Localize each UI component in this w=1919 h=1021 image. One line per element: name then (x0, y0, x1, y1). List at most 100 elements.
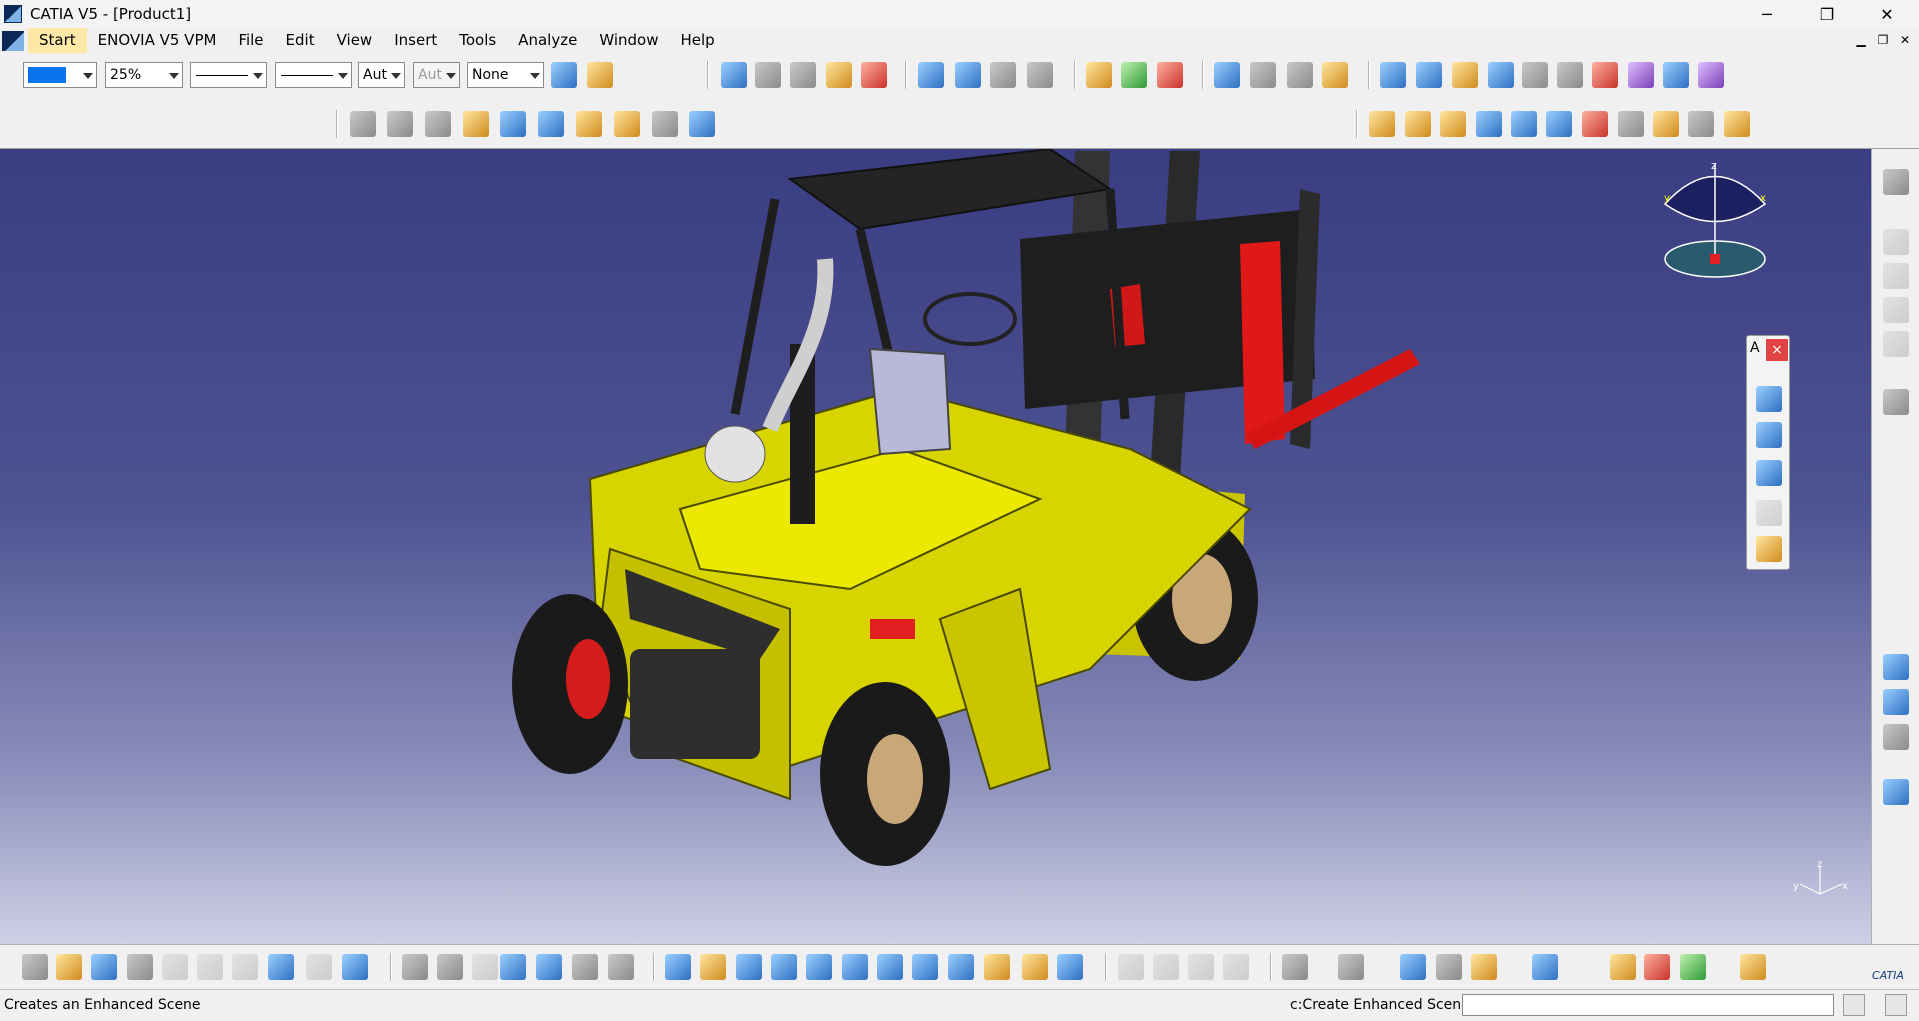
flexible-subassembly-icon[interactable] (1628, 62, 1654, 88)
explode-icon[interactable] (1157, 62, 1183, 88)
snap-icon[interactable] (1121, 62, 1147, 88)
zoom-in-icon[interactable] (806, 954, 832, 980)
simulation-icon[interactable] (1610, 954, 1636, 980)
fly-mode-icon[interactable] (665, 954, 691, 980)
scene-copy-icon[interactable] (1188, 954, 1214, 980)
catalog-icon[interactable] (572, 954, 598, 980)
player-icon[interactable] (1644, 954, 1670, 980)
graphic-properties-icon[interactable] (587, 62, 613, 88)
iso-view-icon[interactable] (948, 954, 974, 980)
knowledge-text-icon[interactable] (1618, 111, 1644, 137)
copy-icon[interactable] (197, 954, 223, 980)
menu-view[interactable]: View (326, 28, 384, 53)
mechanical-structure-icon[interactable] (652, 111, 678, 137)
floating-toolbar-close-button[interactable]: × (1766, 339, 1788, 361)
knowledge-reaction-icon[interactable] (1476, 111, 1502, 137)
document-control-icon[interactable] (2, 30, 24, 51)
text-annotation-icon[interactable] (1756, 422, 1782, 448)
minimize-button[interactable]: ─ (1738, 0, 1796, 28)
knowledge-more-icon[interactable] (1724, 111, 1750, 137)
clash-detection-icon[interactable] (1532, 954, 1558, 980)
menu-window[interactable]: Window (588, 28, 669, 53)
line-thickness-combo[interactable] (190, 62, 267, 88)
track-icon[interactable] (1436, 954, 1462, 980)
camera-icon[interactable] (1282, 954, 1308, 980)
print-icon[interactable] (127, 954, 153, 980)
grid-icon[interactable] (1740, 954, 1766, 980)
scene-apply-icon[interactable] (1883, 263, 1909, 289)
knowledge-check-icon[interactable] (1440, 111, 1466, 137)
zoom-out-icon[interactable] (842, 954, 868, 980)
knowledge-rule-icon[interactable] (1405, 111, 1431, 137)
generate-numbering-icon[interactable] (955, 62, 981, 88)
hide-show-icon[interactable] (1022, 954, 1048, 980)
redo-icon[interactable] (306, 954, 332, 980)
rendering-style-combo[interactable]: Aut (413, 62, 460, 88)
menu-help[interactable]: Help (669, 28, 725, 53)
step-back-icon[interactable] (1118, 954, 1144, 980)
sectioning-icon[interactable] (1250, 62, 1276, 88)
multi-view-icon[interactable] (912, 954, 938, 980)
normal-view-icon[interactable] (877, 954, 903, 980)
publish-icon[interactable] (500, 111, 526, 137)
format-painter-icon[interactable] (551, 62, 577, 88)
selective-load-icon[interactable] (990, 62, 1016, 88)
video-capture-icon[interactable] (1338, 954, 1364, 980)
menu-analyze[interactable]: Analyze (507, 28, 588, 53)
paste-icon[interactable] (232, 954, 258, 980)
new-document-icon[interactable] (22, 954, 48, 980)
annotation-plane-icon[interactable] (1756, 536, 1782, 562)
transparency-combo[interactable]: 25% (105, 62, 183, 88)
product-tree-icon[interactable] (1883, 654, 1909, 680)
save-icon[interactable] (91, 954, 117, 980)
catia-app-icon[interactable] (4, 5, 22, 23)
knowledge-set-icon[interactable] (1582, 111, 1608, 137)
angle-constraint-icon[interactable] (1488, 62, 1514, 88)
knowledge-network-icon[interactable] (536, 954, 562, 980)
update-icon[interactable] (1663, 62, 1689, 88)
rotate-icon[interactable] (771, 954, 797, 980)
status-option-button[interactable] (1843, 994, 1865, 1016)
fix-component-icon[interactable] (1522, 62, 1548, 88)
3d-viewport[interactable]: z x y z x y (0, 149, 1871, 944)
menu-edit[interactable]: Edit (275, 28, 326, 53)
manipulation-icon[interactable] (1086, 62, 1112, 88)
catalog-browser-icon[interactable] (350, 111, 376, 137)
parameters-icon[interactable] (608, 954, 634, 980)
product-list-icon[interactable] (1883, 724, 1909, 750)
analyze-dependencies-icon[interactable] (614, 111, 640, 137)
knowledge-formula-icon[interactable] (1369, 111, 1395, 137)
swirl-icon[interactable] (1883, 779, 1909, 805)
manage-representations-icon[interactable] (1027, 62, 1053, 88)
cut-icon[interactable] (162, 954, 188, 980)
menu-start[interactable]: Start (28, 28, 87, 53)
forklift-model[interactable] (0, 149, 1871, 944)
knowledge-list-icon[interactable] (1653, 111, 1679, 137)
close-button[interactable]: ✕ (1858, 0, 1916, 28)
distance-icon[interactable] (1287, 62, 1313, 88)
fit-all-icon[interactable] (700, 954, 726, 980)
maximize-button[interactable]: ❐ (1798, 0, 1856, 28)
knowledge-table-icon[interactable] (1546, 111, 1572, 137)
compass-handle[interactable] (1710, 254, 1720, 264)
formula-icon[interactable] (402, 954, 428, 980)
step-forward-icon[interactable] (1153, 954, 1179, 980)
coincidence-constraint-icon[interactable] (1380, 62, 1406, 88)
scene-reset-icon[interactable] (1883, 297, 1909, 323)
power-input-field[interactable] (1462, 994, 1834, 1016)
product-structure-icon[interactable] (1883, 689, 1909, 715)
menu-insert[interactable]: Insert (383, 28, 448, 53)
knowledge-macro-icon[interactable] (1511, 111, 1537, 137)
whats-this-icon[interactable] (342, 954, 368, 980)
color-combo[interactable] (23, 62, 97, 88)
apply-scene-icon[interactable] (463, 111, 489, 137)
new-product-icon[interactable] (755, 62, 781, 88)
explode-horizontal-icon[interactable] (1400, 954, 1426, 980)
open-folder-icon[interactable] (56, 954, 82, 980)
help-icon[interactable] (1885, 994, 1907, 1016)
scene-paste-icon[interactable] (1223, 954, 1249, 980)
sequence-icon[interactable] (1471, 954, 1497, 980)
point-symbol-combo[interactable]: Aut (358, 62, 405, 88)
shading-icon[interactable] (984, 954, 1010, 980)
new-component-icon[interactable] (721, 62, 747, 88)
